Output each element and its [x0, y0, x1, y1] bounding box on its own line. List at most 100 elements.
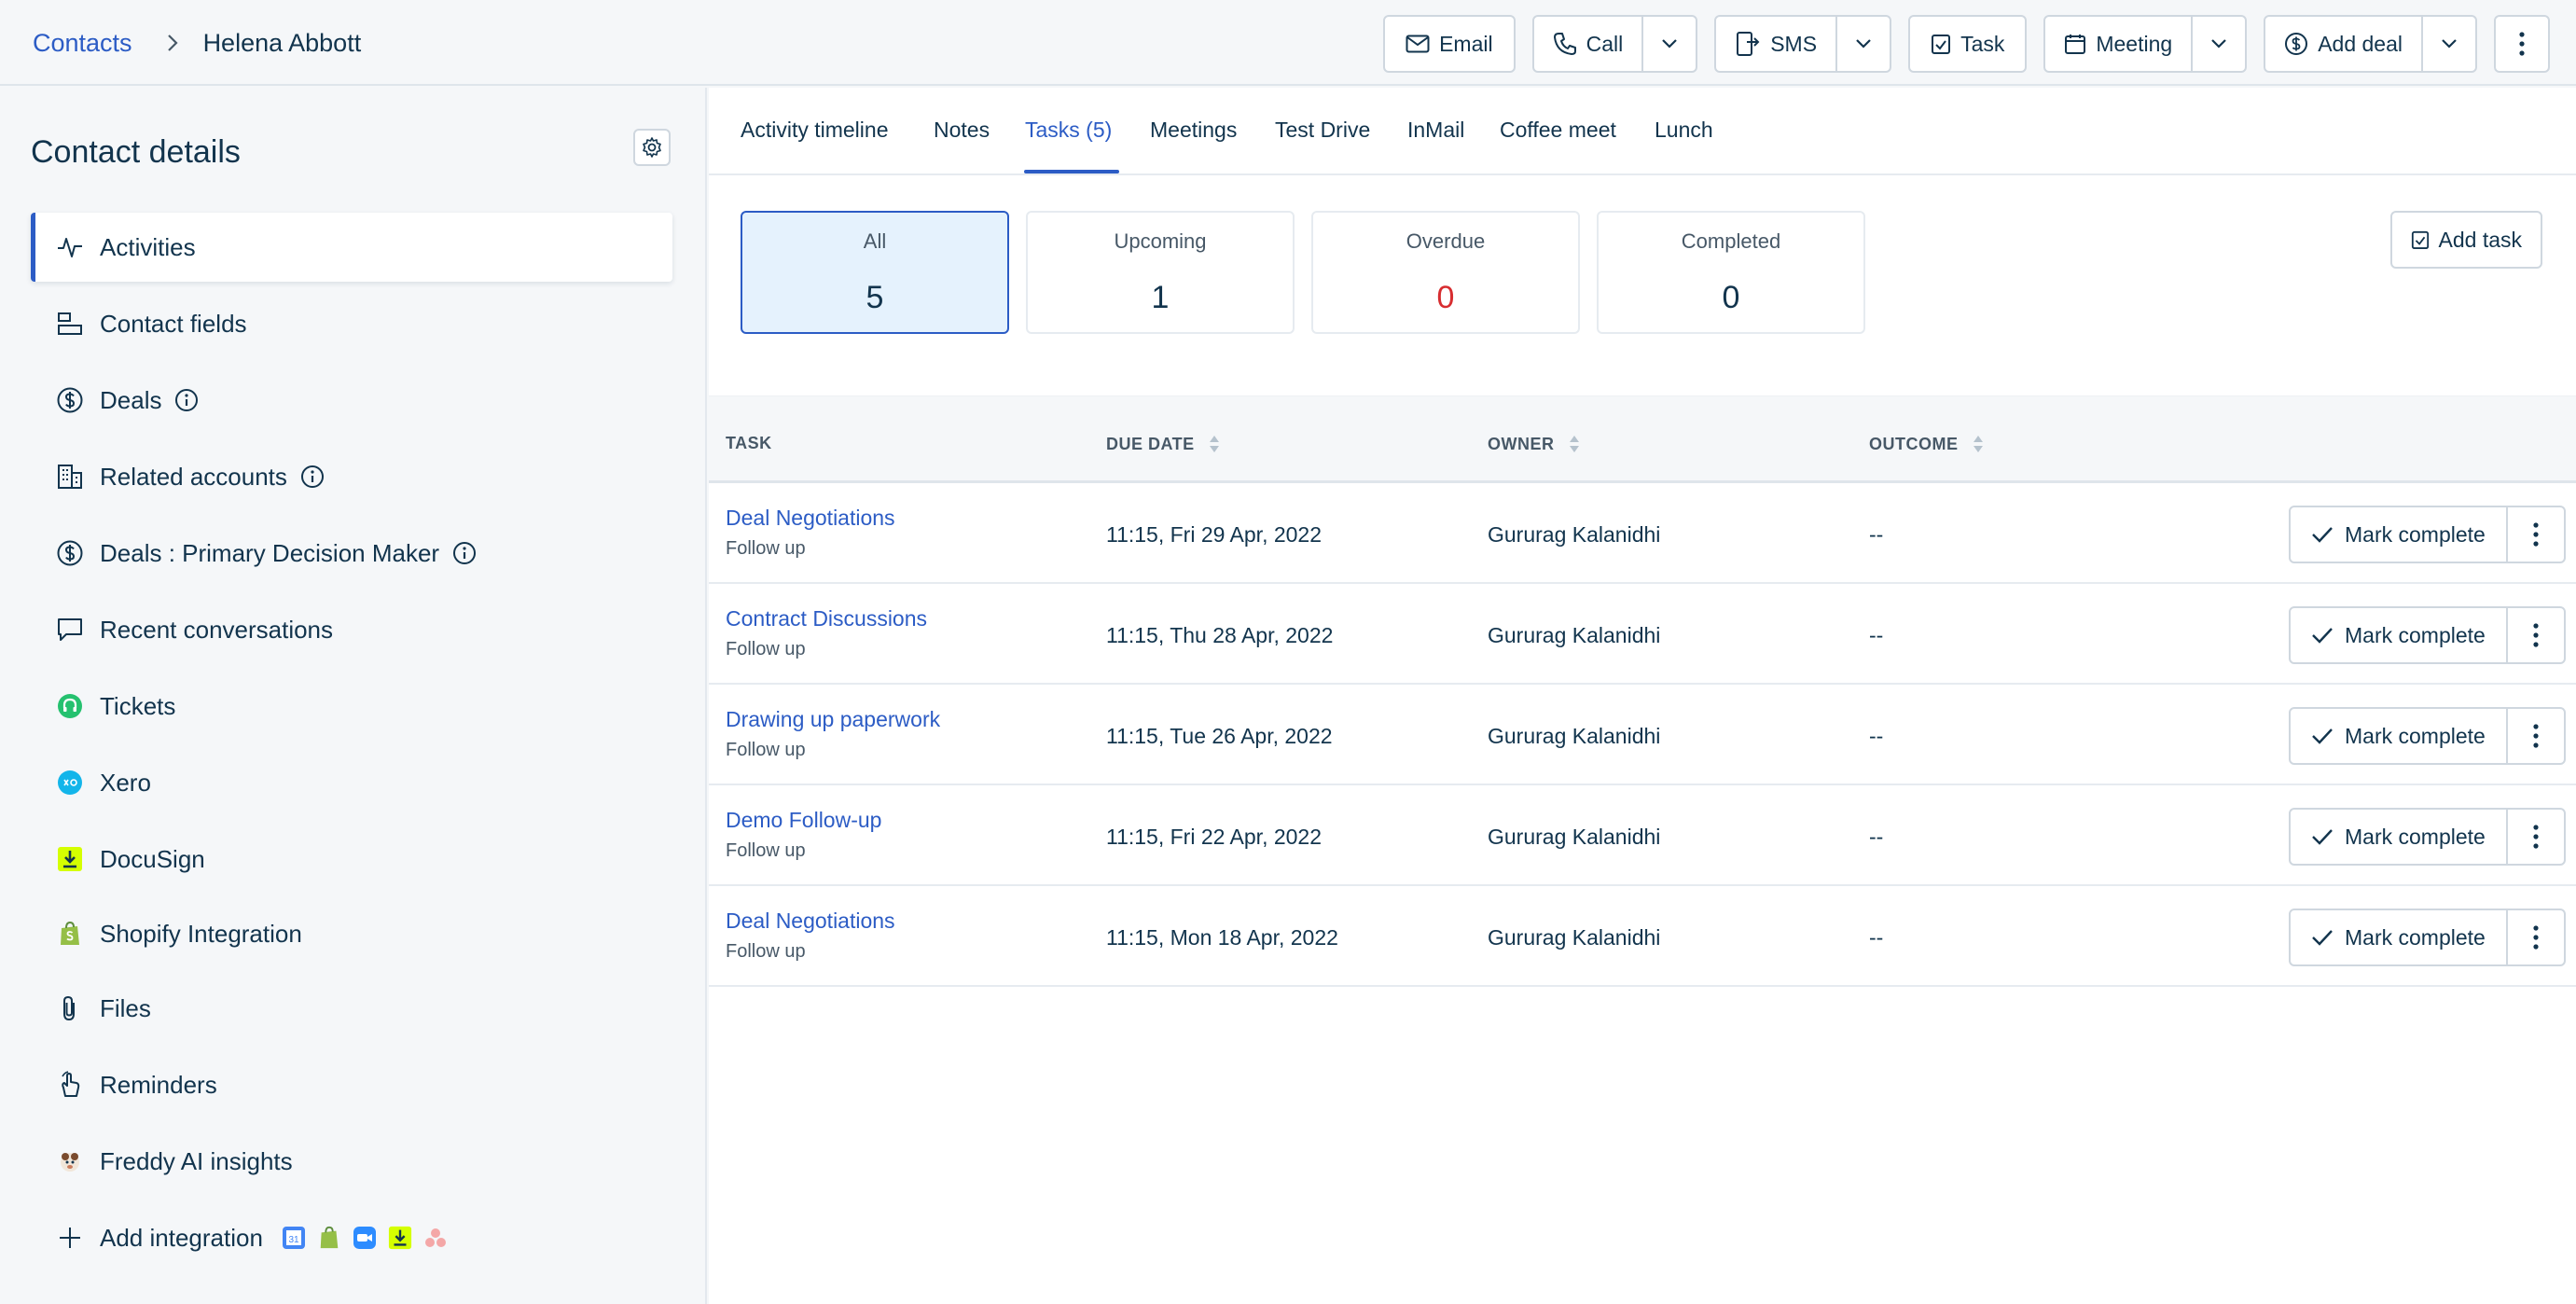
tab-activity-timeline[interactable]: Activity timeline	[741, 118, 888, 143]
nav-item-reminders[interactable]: Reminders	[31, 1050, 672, 1119]
chevron-down-icon	[1855, 38, 1872, 49]
mark-complete-button[interactable]: Mark complete	[2291, 507, 2506, 562]
task-name-link[interactable]: Deal Negotiations	[726, 909, 895, 934]
shopify-icon[interactable]	[317, 1226, 341, 1250]
summary-card-all[interactable]: All 5	[741, 211, 1009, 334]
column-header-owner[interactable]: OWNER	[1488, 434, 1581, 454]
tab-coffee-meet[interactable]: Coffee meet	[1500, 118, 1616, 143]
call-dropdown-button[interactable]	[1641, 17, 1696, 71]
nav-item-freddy-ai-insights[interactable]: Freddy AI insights	[31, 1127, 672, 1196]
row-actions: Mark complete	[2289, 707, 2566, 765]
summary-card-upcoming[interactable]: Upcoming 1	[1026, 211, 1295, 334]
info-icon[interactable]	[452, 541, 477, 565]
table-row: Deal Negotiations Follow up 11:15, Mon 1…	[709, 886, 2576, 987]
asana-icon[interactable]	[423, 1226, 448, 1250]
task-name-link[interactable]: Contract Discussions	[726, 606, 927, 631]
sort-icon[interactable]	[1972, 434, 1985, 454]
breadcrumb-contacts-link[interactable]: Contacts	[33, 29, 132, 58]
tab-test-drive[interactable]: Test Drive	[1275, 118, 1370, 143]
phone-icon	[1553, 32, 1577, 56]
add-deal-button-group: Add deal	[2264, 15, 2477, 73]
card-value: 0	[1599, 280, 1863, 316]
nav-item-activities[interactable]: Activities	[31, 213, 672, 282]
task-button[interactable]: Task	[1908, 15, 2027, 73]
zoom-icon[interactable]	[353, 1226, 377, 1250]
sms-dropdown-button[interactable]	[1835, 17, 1890, 71]
tab-notes[interactable]: Notes	[934, 118, 990, 143]
task-checkbox-icon	[1931, 33, 1951, 55]
outcome: --	[1869, 825, 1883, 850]
sort-icon[interactable]	[1568, 434, 1581, 454]
nav-item-label: Add integration	[100, 1224, 263, 1253]
email-button[interactable]: Email	[1383, 15, 1516, 73]
nav-item-related-accounts[interactable]: Related accounts	[31, 442, 672, 511]
nav-item-docusign[interactable]: DocuSign	[31, 825, 672, 894]
checkmark-icon	[2311, 929, 2334, 946]
mark-complete-button[interactable]: Mark complete	[2291, 608, 2506, 662]
card-label: Overdue	[1313, 229, 1578, 254]
summary-card-completed[interactable]: Completed 0	[1597, 211, 1865, 334]
info-icon[interactable]	[174, 388, 199, 412]
mark-complete-label: Mark complete	[2345, 724, 2486, 749]
docusign-icon[interactable]	[388, 1226, 412, 1250]
nav-item-label: Related accounts	[100, 463, 287, 492]
nav-item-add-integration[interactable]: Add integration 31	[31, 1203, 672, 1272]
tickets-icon	[53, 689, 87, 723]
info-icon[interactable]	[300, 465, 325, 489]
nav-item-tickets[interactable]: Tickets	[31, 672, 672, 741]
add-task-button[interactable]: Add task	[2390, 211, 2543, 269]
building-icon	[53, 460, 87, 493]
row-more-button[interactable]	[2506, 910, 2564, 964]
tab-lunch[interactable]: Lunch	[1655, 118, 1713, 143]
mark-complete-button[interactable]: Mark complete	[2291, 910, 2506, 964]
add-deal-button[interactable]: Add deal	[2265, 17, 2421, 71]
call-label: Call	[1586, 32, 1624, 57]
nav-item-shopify-integration[interactable]: Shopify Integration	[31, 899, 672, 968]
task-cell: Drawing up paperwork Follow up	[726, 707, 940, 761]
mark-complete-button[interactable]: Mark complete	[2291, 709, 2506, 763]
row-more-button[interactable]	[2506, 608, 2564, 662]
nav-item-recent-conversations[interactable]: Recent conversations	[31, 595, 672, 664]
tab-tasks[interactable]: Tasks (5)	[1025, 118, 1112, 143]
column-header-due-date[interactable]: DUE DATE	[1106, 434, 1221, 454]
mark-complete-button[interactable]: Mark complete	[2291, 810, 2506, 864]
column-label: DUE DATE	[1106, 435, 1195, 454]
nav-item-deals[interactable]: Deals	[31, 366, 672, 435]
nav-item-deals-primary-decision-maker[interactable]: Deals : Primary Decision Maker	[31, 519, 672, 588]
sms-button[interactable]: SMS	[1716, 17, 1835, 71]
row-more-button[interactable]	[2506, 507, 2564, 562]
row-more-button[interactable]	[2506, 810, 2564, 864]
nav-item-xero[interactable]: Xero	[31, 748, 672, 817]
task-checkbox-icon	[2411, 229, 2430, 250]
meeting-button[interactable]: Meeting	[2045, 17, 2191, 71]
column-header-outcome[interactable]: OUTCOME	[1869, 434, 1985, 454]
tab-bar: Activity timeline Notes Tasks (5) Meetin…	[709, 88, 2576, 175]
panel-settings-button[interactable]	[633, 129, 671, 166]
add-deal-dropdown-button[interactable]	[2421, 17, 2475, 71]
nav-item-label: Deals	[100, 386, 161, 415]
more-actions-button[interactable]	[2494, 15, 2550, 73]
task-name-link[interactable]: Demo Follow-up	[726, 808, 881, 833]
nav-item-files[interactable]: Files	[31, 974, 672, 1043]
chevron-down-icon	[2210, 38, 2227, 49]
column-label: TASK	[726, 434, 772, 453]
main-content: Activity timeline Notes Tasks (5) Meetin…	[709, 88, 2576, 1304]
google-calendar-icon[interactable]: 31	[282, 1226, 306, 1250]
owner: Gururag Kalanidhi	[1488, 623, 1660, 648]
call-button[interactable]: Call	[1534, 17, 1642, 71]
row-more-button[interactable]	[2506, 709, 2564, 763]
summary-card-overdue[interactable]: Overdue 0	[1311, 211, 1580, 334]
task-cell: Deal Negotiations Follow up	[726, 506, 895, 560]
docusign-icon	[53, 842, 87, 876]
meeting-dropdown-button[interactable]	[2191, 17, 2245, 71]
sms-icon	[1735, 31, 1761, 57]
sort-icon[interactable]	[1208, 434, 1221, 454]
chat-icon	[53, 613, 87, 646]
kebab-menu-icon	[2519, 32, 2525, 56]
tab-meetings[interactable]: Meetings	[1150, 118, 1237, 143]
task-name-link[interactable]: Deal Negotiations	[726, 506, 895, 531]
task-name-link[interactable]: Drawing up paperwork	[726, 707, 940, 732]
nav-item-contact-fields[interactable]: Contact fields	[31, 289, 672, 358]
owner: Gururag Kalanidhi	[1488, 522, 1660, 548]
tab-inmail[interactable]: InMail	[1407, 118, 1464, 143]
